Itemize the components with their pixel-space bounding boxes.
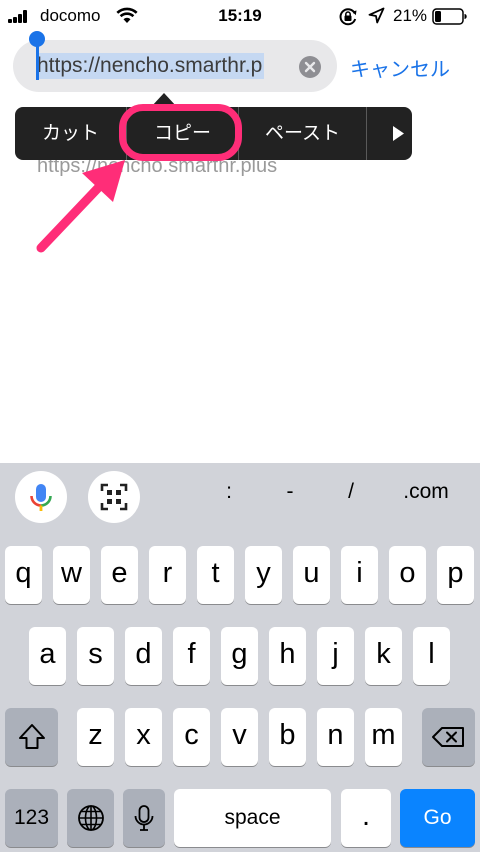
- period-key[interactable]: .: [341, 789, 391, 847]
- key-b[interactable]: b: [269, 708, 306, 766]
- backspace-icon: [431, 727, 464, 747]
- key-n[interactable]: n: [317, 708, 354, 766]
- globe-icon: [77, 805, 104, 831]
- key-u[interactable]: u: [293, 546, 330, 604]
- key-v[interactable]: v: [221, 708, 258, 766]
- key-t[interactable]: t: [197, 546, 234, 604]
- key-f[interactable]: f: [173, 627, 210, 685]
- qr-scanner-button[interactable]: [88, 471, 140, 523]
- key-k[interactable]: k: [365, 627, 402, 685]
- key-l[interactable]: l: [413, 627, 450, 685]
- dictation-key[interactable]: [123, 789, 165, 847]
- colon-key[interactable]: :: [219, 480, 239, 504]
- key-i[interactable]: i: [341, 546, 378, 604]
- key-x[interactable]: x: [125, 708, 162, 766]
- key-z[interactable]: z: [77, 708, 114, 766]
- key-j[interactable]: j: [317, 627, 354, 685]
- microphone-icon: [134, 805, 154, 831]
- key-c[interactable]: c: [173, 708, 210, 766]
- key-s[interactable]: s: [77, 627, 114, 685]
- key-w[interactable]: w: [53, 546, 90, 604]
- globe-key[interactable]: [67, 789, 114, 847]
- backspace-key[interactable]: [422, 708, 475, 766]
- space-key[interactable]: space: [174, 789, 331, 847]
- numbers-key[interactable]: 123: [5, 789, 58, 847]
- pointing-arrow-icon: [36, 160, 125, 253]
- slash-key[interactable]: /: [341, 480, 361, 504]
- shift-icon: [18, 724, 45, 749]
- key-g[interactable]: g: [221, 627, 258, 685]
- keyboard: : - / .com q w e r t y u i o p a s d f g…: [0, 463, 480, 852]
- shift-key[interactable]: [5, 708, 58, 766]
- voice-search-button[interactable]: [15, 471, 67, 523]
- key-p[interactable]: p: [437, 546, 474, 604]
- key-d[interactable]: d: [125, 627, 162, 685]
- microphone-icon: [30, 484, 52, 511]
- key-a[interactable]: a: [29, 627, 66, 685]
- key-e[interactable]: e: [101, 546, 138, 604]
- key-q[interactable]: q: [5, 546, 42, 604]
- key-r[interactable]: r: [149, 546, 186, 604]
- go-button[interactable]: Go: [400, 789, 475, 847]
- key-h[interactable]: h: [269, 627, 306, 685]
- dash-key[interactable]: -: [280, 480, 300, 504]
- key-o[interactable]: o: [389, 546, 426, 604]
- key-m[interactable]: m: [365, 708, 402, 766]
- key-y[interactable]: y: [245, 546, 282, 604]
- qr-scan-icon: [100, 483, 128, 511]
- dotcom-key[interactable]: .com: [393, 480, 459, 504]
